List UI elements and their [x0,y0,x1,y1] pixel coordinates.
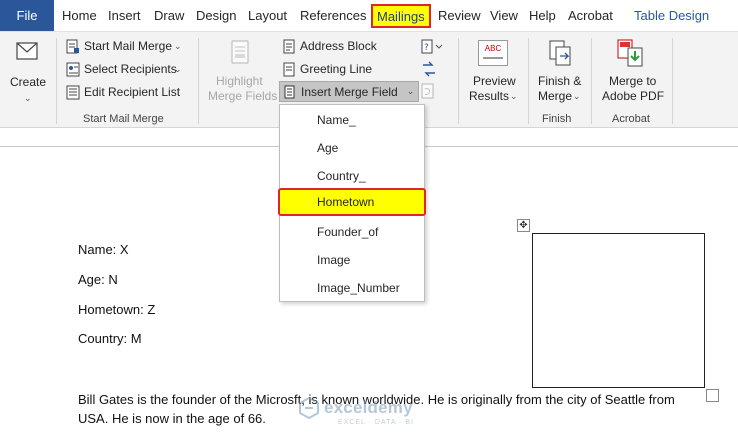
tab-layout[interactable]: Layout [248,7,287,25]
group-separator [198,38,199,124]
preview-label-line2: Results [469,89,510,103]
merge-field-hometown[interactable]: Hometown [278,188,426,216]
merge-field-name[interactable]: Name_ [280,106,424,134]
merge-field-image[interactable]: Image [280,246,424,274]
select-recipients-button[interactable]: Select Recipients ⌄ [66,61,186,79]
insert-merge-field-label: Insert Merge Field [301,84,398,99]
chevron-down-icon: ⌄ [406,86,415,96]
adobe-label-line2: Adobe PDF [602,89,665,103]
edit-recipient-list-label: Edit Recipient List [84,85,181,99]
chevron-down-icon: ⌄ [174,41,182,51]
merge-field-country[interactable]: Country_ [280,162,424,190]
tab-insert[interactable]: Insert [108,7,141,25]
doc-name-line[interactable]: Name: X [78,242,129,257]
adobe-label-line1: Merge to [609,74,657,88]
tab-home[interactable]: Home [62,7,97,25]
merge-field-founder-of[interactable]: Founder_of [280,218,424,246]
start-mail-merge-group-label: Start Mail Merge [83,113,164,125]
table-resize-handle[interactable] [706,389,719,402]
select-recipients-label: Select Recipients [84,62,177,76]
greeting-line-icon [283,62,295,77]
chevron-down-icon: ⌄ [573,91,581,101]
rules-icon[interactable]: ? [421,39,443,54]
table-move-handle[interactable]: ✥ [517,219,530,232]
tab-review[interactable]: Review [438,7,481,25]
doc-hometown-line[interactable]: Hometown: Z [78,302,155,317]
tab-draw[interactable]: Draw [154,7,184,25]
tab-mailings[interactable]: Mailings [371,4,431,28]
address-block-button[interactable]: Address Block [283,38,383,56]
tab-references[interactable]: References [300,7,366,25]
preview-results-button[interactable]: ABC Preview Results ⌄ [466,36,522,106]
finish-group-label: Finish [542,113,572,125]
greeting-line-label: Greeting Line [300,62,373,76]
edit-list-icon [66,85,80,100]
tab-table-design[interactable]: Table Design [634,7,709,25]
highlight-merge-fields-button[interactable]: Highlight Merge Fields [206,36,278,106]
recipients-icon [66,62,80,77]
finish-merge-button[interactable]: Finish & Merge ⌄ [534,36,586,106]
preview-abc-icon: ABC [478,40,508,66]
preview-icon-text: ABC [484,44,502,53]
tab-file[interactable]: File [0,0,54,31]
doc-age-line[interactable]: Age: N [78,272,118,287]
create-button[interactable]: Create ⌄ [6,36,48,103]
acrobat-group-label: Acrobat [612,113,650,125]
exceldemy-logo-icon [299,397,319,419]
adobe-pdf-icon [617,39,643,67]
envelope-icon [16,42,38,60]
merge-field-image-number[interactable]: Image_Number [280,274,424,302]
merge-to-adobe-pdf-button[interactable]: Merge to Adobe PDF [598,36,666,106]
start-mail-merge-button[interactable]: Start Mail Merge ⌄ [66,38,184,56]
finish-label-line1: Finish & [538,74,582,88]
doc-country-line[interactable]: Country: M [78,331,142,346]
finish-merge-icon [549,40,571,66]
document-merge-icon [66,39,79,54]
chevron-down-icon: ⌄ [174,64,182,74]
update-labels-icon[interactable] [421,83,435,99]
ribbon-tab-bar: File Home Insert Draw Design Layout Refe… [0,0,738,31]
chevron-down-icon: ⌄ [510,91,518,101]
group-separator [458,38,459,124]
chevron-down-icon: ⌄ [24,93,32,103]
tab-help[interactable]: Help [529,7,556,25]
create-label: Create [10,75,47,89]
exceldemy-watermark: exceldemy EXCEL · DATA · BI [298,397,413,426]
merge-field-dropdown: Name_ Age Country_ Hometown Founder_of I… [278,104,426,302]
edit-recipient-list-button[interactable]: Edit Recipient List [66,84,184,102]
address-block-icon [283,39,295,54]
watermark-name: exceldemy [324,398,413,417]
tab-view[interactable]: View [490,7,518,25]
tab-acrobat[interactable]: Acrobat [568,7,613,25]
finish-label-line2: Merge [538,89,573,103]
highlight-label-line1: Highlight [216,74,263,88]
preview-label-line1: Preview [473,74,516,88]
match-fields-icon[interactable] [421,61,437,77]
image-placeholder-cell[interactable] [532,233,705,388]
greeting-line-button[interactable]: Greeting Line [283,61,383,79]
group-separator [56,38,57,124]
insert-merge-field-button[interactable]: Insert Merge Field ⌄ [279,81,419,102]
group-separator [591,38,592,124]
highlight-fields-icon [231,40,249,64]
merge-field-age[interactable]: Age [280,134,424,162]
group-separator [528,38,529,124]
watermark-tagline: EXCEL · DATA · BI [338,419,414,426]
highlight-label-line2: Merge Fields [208,89,278,103]
address-block-label: Address Block [300,39,377,53]
tab-design[interactable]: Design [196,7,236,25]
merge-field-icon [284,85,295,98]
start-mail-merge-label: Start Mail Merge [84,39,173,53]
group-separator [672,38,673,124]
svg-text:?: ? [424,43,429,53]
